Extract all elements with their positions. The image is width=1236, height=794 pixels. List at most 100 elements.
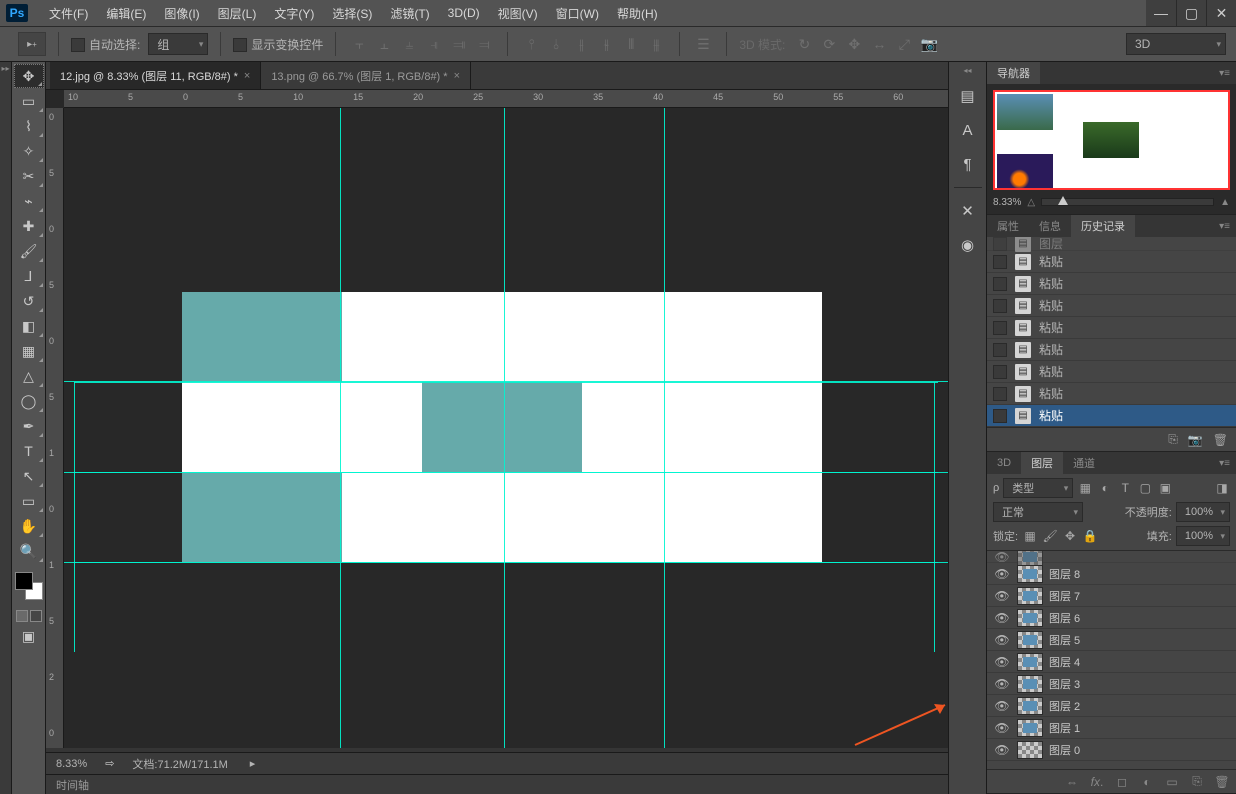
layer-row[interactable]: 👁图层 3 <box>987 673 1236 695</box>
tool-heal[interactable]: ✚ <box>14 214 44 238</box>
lock-paint-icon[interactable]: 🖌 <box>1042 528 1058 544</box>
visibility-icon[interactable]: 👁 <box>993 676 1011 692</box>
layer-thumb[interactable] <box>1017 675 1043 693</box>
menu-window[interactable]: 窗口(W) <box>547 0 608 26</box>
auto-select-checkbox[interactable]: 自动选择: <box>71 36 140 53</box>
tool-stamp[interactable]: ⅃ <box>14 264 44 288</box>
status-zoom[interactable]: 8.33% <box>56 758 87 770</box>
mask-icon[interactable]: ◻ <box>1114 774 1130 790</box>
tool-crop[interactable]: ✂ <box>14 164 44 188</box>
trash-icon[interactable]: 🗑 <box>1214 774 1230 790</box>
fx-icon[interactable]: fx. <box>1089 774 1105 790</box>
dist-6-icon[interactable]: ⫵ <box>645 33 667 55</box>
show-transform-checkbox[interactable]: 显示变换控件 <box>233 36 323 53</box>
doc-tab-2[interactable]: 13.png @ 66.7% (图层 1, RGB/8#) * × <box>261 62 471 89</box>
close-icon[interactable]: × <box>454 70 460 82</box>
menu-help[interactable]: 帮助(H) <box>608 0 667 26</box>
align-left-icon[interactable]: ⫣ <box>423 33 445 55</box>
dist-1-icon[interactable]: ⫯ <box>520 33 542 55</box>
menu-edit[interactable]: 编辑(E) <box>97 0 155 26</box>
filter-adjust-icon[interactable]: ◐ <box>1097 480 1113 496</box>
tool-pen[interactable]: ✒ <box>14 414 44 438</box>
canvas[interactable] <box>64 108 948 748</box>
doc-tab-1[interactable]: 12.jpg @ 8.33% (图层 11, RGB/8#) * × <box>50 62 261 89</box>
tool-wand[interactable]: ✧ <box>14 139 44 163</box>
3d-roll-icon[interactable]: ⟳ <box>818 33 840 55</box>
tool-marquee[interactable]: ▭ <box>14 89 44 113</box>
layer-thumb[interactable] <box>1017 565 1043 583</box>
visibility-icon[interactable]: 👁 <box>993 588 1011 604</box>
tab-navigator[interactable]: 导航器 <box>987 62 1040 84</box>
3d-slide-icon[interactable]: ↔ <box>868 33 890 55</box>
layer-row[interactable]: 👁图层 2 <box>987 695 1236 717</box>
menu-3d[interactable]: 3D(D) <box>439 0 489 26</box>
color-swatches[interactable] <box>15 572 43 600</box>
layer-thumb[interactable] <box>1017 631 1043 649</box>
tab-properties[interactable]: 属性 <box>987 215 1029 237</box>
navigator-preview[interactable] <box>993 90 1230 190</box>
dist-3-icon[interactable]: ⫲ <box>570 33 592 55</box>
visibility-icon[interactable]: 👁 <box>993 698 1011 714</box>
history-item[interactable]: ▤粘贴 <box>987 361 1236 383</box>
guide-v[interactable] <box>340 108 341 748</box>
history-item[interactable]: ▤粘贴 <box>987 405 1236 427</box>
current-tool-indicator[interactable]: ▸+ <box>18 32 46 56</box>
history-item[interactable]: ▤粘贴 <box>987 295 1236 317</box>
menu-type[interactable]: 文字(Y) <box>265 0 323 26</box>
visibility-icon[interactable]: 👁 <box>993 742 1011 758</box>
menu-file[interactable]: 文件(F) <box>40 0 97 26</box>
history-trash-icon[interactable]: 🗑 <box>1213 433 1228 447</box>
tab-info[interactable]: 信息 <box>1029 215 1071 237</box>
character-icon[interactable]: A <box>955 117 981 143</box>
tab-channels[interactable]: 通道 <box>1063 452 1105 474</box>
maximize-button[interactable]: ▢ <box>1176 0 1206 26</box>
history-item[interactable]: ▤粘贴 <box>987 339 1236 361</box>
adjustment-icon[interactable]: ◐ <box>1139 774 1155 790</box>
layer-thumb[interactable] <box>1017 609 1043 627</box>
new-layer-icon[interactable]: ⎘ <box>1189 774 1205 790</box>
menu-image[interactable]: 图像(I) <box>155 0 208 26</box>
layer-thumb[interactable] <box>1017 719 1043 737</box>
blend-mode-combo[interactable]: 正常 <box>993 502 1083 522</box>
filter-type-icon[interactable]: T <box>1117 480 1133 496</box>
placed-image-1[interactable] <box>182 292 342 382</box>
cc-icon[interactable]: ◉ <box>955 232 981 258</box>
visibility-icon[interactable]: 👁 <box>993 720 1011 736</box>
tool-type[interactable]: T <box>14 439 44 463</box>
layer-row[interactable]: 👁图层 0 <box>987 739 1236 761</box>
close-icon[interactable]: × <box>244 70 250 82</box>
auto-select-target-combo[interactable]: 组 <box>148 33 208 55</box>
lock-trans-icon[interactable]: ▦ <box>1022 528 1038 544</box>
menu-filter[interactable]: 滤镜(T) <box>381 0 438 26</box>
ruler-vertical[interactable]: 05050510152025303540 <box>46 108 64 748</box>
lock-pos-icon[interactable]: ✥ <box>1062 528 1078 544</box>
history-snapshot-icon[interactable]: ⎘ <box>1168 432 1178 447</box>
guide-v[interactable] <box>504 108 505 748</box>
zoom-out-icon[interactable]: △ <box>1027 197 1035 208</box>
history-item[interactable]: ▤粘贴 <box>987 317 1236 339</box>
layer-filter-kind[interactable]: 类型 <box>1003 478 1073 498</box>
panel-menu-icon[interactable]: ▾≡ <box>1213 68 1236 79</box>
tool-brush[interactable]: 🖌 <box>14 239 44 263</box>
tool-move[interactable]: ✥ <box>14 64 44 88</box>
layer-row[interactable]: 👁图层 5 <box>987 629 1236 651</box>
3d-camera-icon[interactable]: 📷 <box>918 33 940 55</box>
tool-history-brush[interactable]: ↺ <box>14 289 44 313</box>
layer-thumb[interactable] <box>1017 741 1043 759</box>
align-vcenter-icon[interactable]: ⫠ <box>373 33 395 55</box>
align-bottom-icon[interactable]: ⫨ <box>398 33 420 55</box>
quickmask-toggle[interactable] <box>12 608 45 624</box>
history-item[interactable]: ▤粘贴 <box>987 251 1236 273</box>
minimize-button[interactable]: — <box>1146 0 1176 26</box>
paragraph-icon[interactable]: ¶ <box>955 151 981 177</box>
close-button[interactable]: ✕ <box>1206 0 1236 26</box>
filter-shape-icon[interactable]: ▢ <box>1137 480 1153 496</box>
zoom-slider[interactable] <box>1041 198 1214 206</box>
screenmode-icon[interactable]: ▣ <box>14 624 44 648</box>
layer-row[interactable]: 👁 <box>987 551 1236 563</box>
layer-row[interactable]: 👁图层 4 <box>987 651 1236 673</box>
placed-image-3[interactable] <box>182 472 342 562</box>
timeline-panel-tab[interactable]: 时间轴 <box>46 774 948 794</box>
tool-blur[interactable]: △ <box>14 364 44 388</box>
panel-menu-icon[interactable]: ▾≡ <box>1213 458 1236 469</box>
